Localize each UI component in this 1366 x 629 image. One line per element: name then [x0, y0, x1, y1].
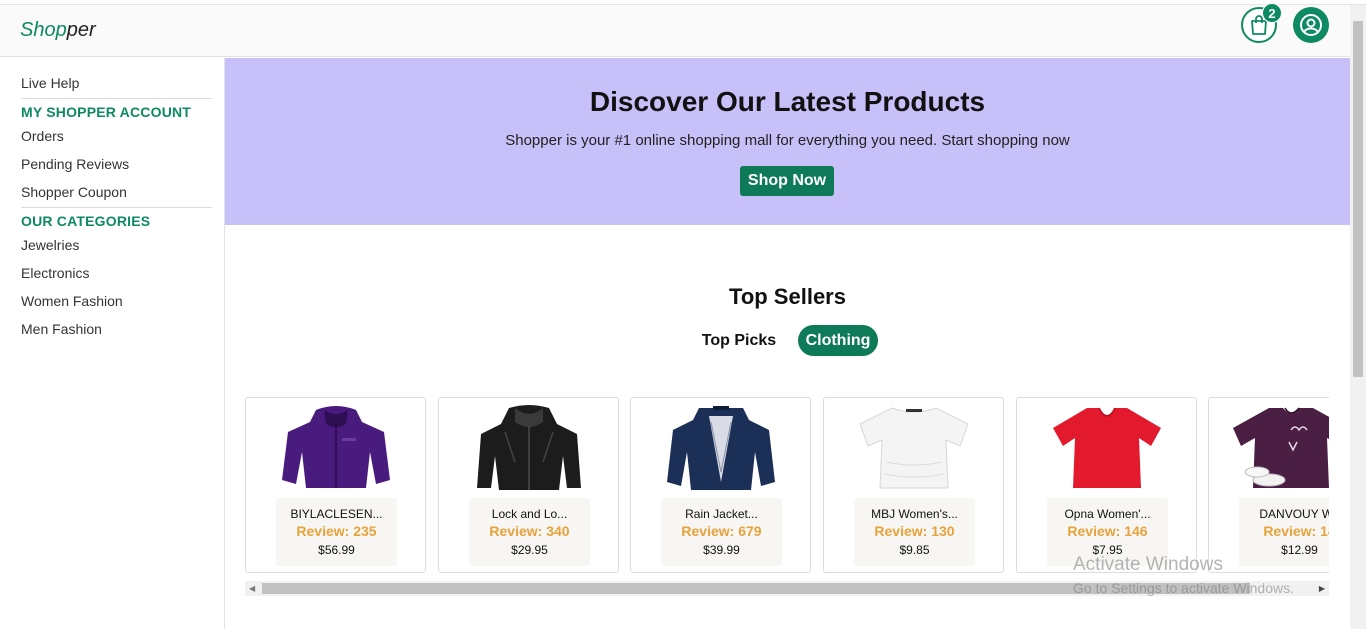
black-leather-jacket-image — [477, 405, 581, 490]
sidebar-item-jewelries[interactable]: Jewelries — [21, 237, 79, 253]
sidebar-item-electronics[interactable]: Electronics — [21, 265, 89, 281]
product-price: $9.85 — [899, 543, 930, 557]
product-carousel: BIYLACLESEN... Review: 235 $56.99 Lock a… — [245, 397, 1329, 574]
sidebar-item-women-fashion[interactable]: Women Fashion — [21, 293, 123, 309]
cart-count-badge: 2 — [1262, 3, 1282, 23]
tab-clothing[interactable]: Clothing — [798, 325, 878, 356]
product-name: MBJ Women's... — [871, 507, 958, 521]
sidebar-item-shopper-coupon[interactable]: Shopper Coupon — [21, 184, 127, 200]
product-review: Review: 146 — [1067, 523, 1148, 539]
product-price: $56.99 — [318, 543, 355, 557]
top-sellers-title: Top Sellers — [729, 284, 846, 309]
sidebar-divider — [21, 207, 212, 208]
product-info: MBJ Women's... Review: 130 $9.85 — [854, 498, 975, 566]
product-info: Rain Jacket... Review: 679 $39.99 — [661, 498, 782, 566]
product-card[interactable]: BIYLACLESEN... Review: 235 $56.99 — [245, 397, 426, 573]
windows-activation-watermark: Activate Windows Go to Settings to activ… — [1073, 554, 1294, 596]
product-card[interactable]: DANVOUY Wo Review: 14 $12.99 — [1208, 397, 1329, 573]
product-price: $29.95 — [511, 543, 548, 557]
shopper-logo[interactable]: Shopper — [20, 19, 96, 42]
white-top-image — [859, 407, 969, 489]
product-card[interactable]: Lock and Lo... Review: 340 $29.95 — [438, 397, 619, 573]
watermark-subtitle: Go to Settings to activate Windows. — [1073, 580, 1294, 596]
hero-subtitle: Shopper is your #1 online shopping mall … — [505, 132, 1070, 149]
purple-jacket-image — [282, 406, 390, 488]
product-review: Review: 235 — [296, 523, 377, 539]
site-header: Shopper — [0, 5, 1350, 57]
navy-rain-jacket-image — [667, 406, 775, 490]
product-card[interactable]: Rain Jacket... Review: 679 $39.99 — [630, 397, 811, 573]
sidebar-item-orders[interactable]: Orders — [21, 128, 64, 144]
product-review: Review: 14 — [1263, 523, 1329, 539]
scroll-right-arrow-icon[interactable]: ▶ — [1319, 584, 1325, 593]
product-review: Review: 130 — [874, 523, 955, 539]
product-review: Review: 340 — [489, 523, 570, 539]
watermark-title: Activate Windows — [1073, 554, 1223, 575]
sidebar-divider — [21, 98, 212, 99]
product-info: BIYLACLESEN... Review: 235 $56.99 — [276, 498, 397, 566]
sidebar-item-live-help[interactable]: Live Help — [21, 75, 79, 91]
product-review: Review: 679 — [681, 523, 762, 539]
sidebar: Live Help MY SHOPPER ACCOUNT Orders Pend… — [0, 58, 225, 629]
product-card[interactable]: Opna Women'... Review: 146 $7.95 — [1016, 397, 1197, 573]
tab-top-picks[interactable]: Top Picks — [696, 325, 782, 356]
product-name: Opna Women'... — [1064, 507, 1151, 521]
product-name: BIYLACLESEN... — [290, 507, 383, 521]
account-button[interactable] — [1293, 7, 1329, 43]
logo-part-shop: Shop — [20, 19, 67, 41]
red-tshirt-image — [1053, 407, 1161, 488]
product-name: DANVOUY Wo — [1259, 507, 1329, 521]
page-vertical-scrollbar[interactable] — [1350, 5, 1366, 629]
sidebar-item-men-fashion[interactable]: Men Fashion — [21, 321, 102, 337]
hero-title: Discover Our Latest Products — [589, 86, 986, 117]
product-name: Lock and Lo... — [491, 507, 568, 521]
sidebar-heading-account: MY SHOPPER ACCOUNT — [21, 104, 192, 120]
vertical-scroll-thumb[interactable] — [1353, 21, 1363, 377]
purple-tshirt-image — [1233, 407, 1329, 488]
shop-now-button[interactable]: Shop Now — [740, 166, 834, 196]
product-price: $39.99 — [703, 543, 740, 557]
user-circle-icon — [1300, 14, 1322, 36]
product-card[interactable]: MBJ Women's... Review: 130 $9.85 — [823, 397, 1004, 573]
product-info: Lock and Lo... Review: 340 $29.95 — [469, 498, 590, 566]
logo-part-per: per — [66, 19, 96, 41]
scroll-left-arrow-icon[interactable]: ◀ — [249, 584, 255, 593]
sidebar-heading-categories: OUR CATEGORIES — [21, 213, 151, 229]
sidebar-item-pending-reviews[interactable]: Pending Reviews — [21, 156, 129, 172]
product-name: Rain Jacket... — [685, 507, 758, 521]
hero-banner: Discover Our Latest Products Shopper is … — [225, 58, 1350, 225]
